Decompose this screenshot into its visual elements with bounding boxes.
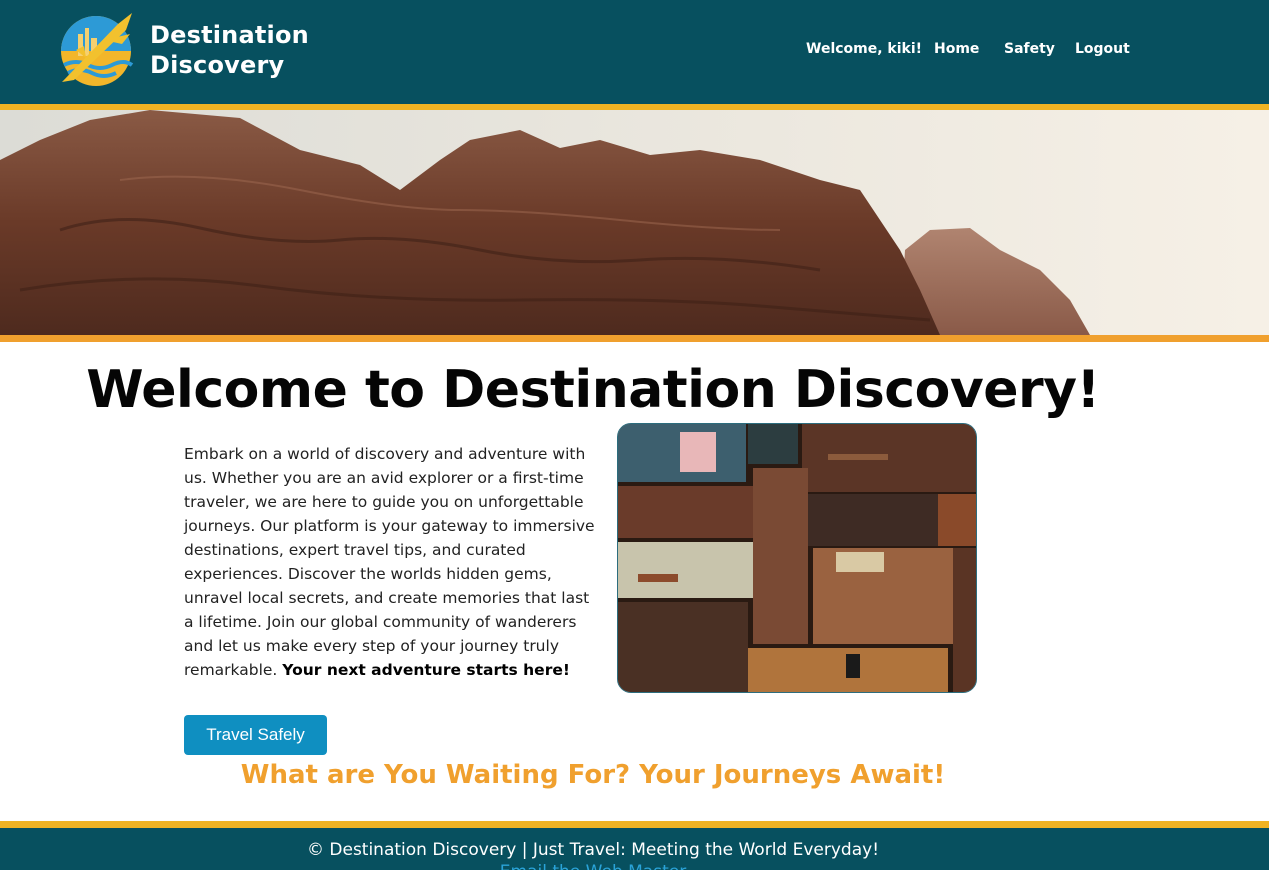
tagline: What are You Waiting For? Your Journeys … [240,760,946,790]
vintage-suitcases-image [618,424,976,692]
nav-safety-link[interactable]: Safety [1004,41,1055,57]
travel-safely-button[interactable]: Travel Safely [184,715,327,755]
footer-email-link[interactable]: Email the Web Master [0,862,1186,870]
page-title: Welcome to Destination Discovery! [86,360,1100,420]
footer-copyright: © Destination Discovery | Just Travel: M… [306,840,880,860]
hero-divider [0,335,1269,342]
footer-divider [0,821,1269,828]
site-header: Destination Discovery Welcome, kiki! Hom… [0,0,1269,104]
main-nav: Welcome, kiki! Home Safety Logout [0,41,1269,61]
intro-text: Embark on a world of discovery and adven… [184,445,595,679]
nav-home-link[interactable]: Home [934,41,979,57]
nav-welcome-user[interactable]: Welcome, kiki! [806,41,922,57]
site-footer: © Destination Discovery | Just Travel: M… [0,828,1269,870]
suitcases-photo [617,423,977,693]
hero-banner [0,110,1269,335]
red-rock-cliffs-image [0,110,1269,335]
nav-logout-link[interactable]: Logout [1075,41,1130,57]
intro-paragraph: Embark on a world of discovery and adven… [184,442,599,682]
intro-bold-text: Your next adventure starts here! [282,661,570,679]
